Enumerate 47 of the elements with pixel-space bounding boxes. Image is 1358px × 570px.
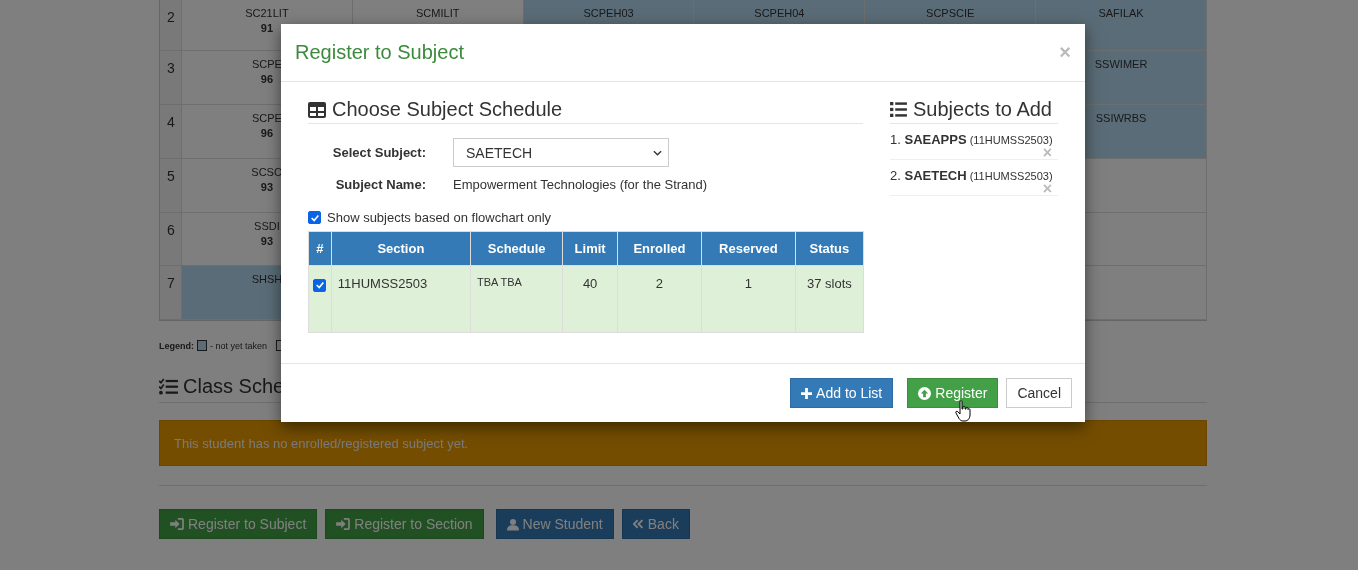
row-number: 4	[160, 105, 182, 159]
enter-icon	[170, 518, 184, 530]
legend-label: Legend:	[159, 340, 194, 351]
modal-button[interactable]: Cancel	[1006, 378, 1072, 408]
page-button[interactable]: Back	[621, 509, 690, 539]
caret-icon	[653, 149, 662, 156]
row-number: 3	[160, 51, 182, 105]
list-icon	[890, 102, 907, 117]
table-icon	[308, 101, 326, 118]
row-number: 7	[160, 266, 182, 320]
column-header: Enrolled	[617, 231, 702, 266]
row-number: 5	[160, 159, 182, 213]
page-button[interactable]: Register to Section	[325, 509, 484, 539]
subject-select[interactable]: SAETECH	[453, 138, 669, 167]
modal-button[interactable]: Add to List	[790, 378, 894, 408]
table-cell: 2	[617, 265, 702, 333]
column-header: Reserved	[701, 231, 796, 266]
checklist-icon	[159, 378, 178, 395]
user-icon	[506, 517, 519, 531]
checkbox[interactable]	[308, 211, 321, 224]
legend-text: - not yet taken	[210, 340, 268, 351]
table-cell: TBA TBA	[470, 265, 563, 333]
row-checkbox[interactable]	[313, 278, 327, 292]
row-number: 6	[160, 213, 182, 266]
subject-name: Empowerment Technologies (for the Strand)	[453, 177, 708, 192]
plus-icon	[801, 387, 813, 399]
column-header: Schedule	[470, 231, 563, 266]
table-cell: 1	[701, 265, 796, 333]
remove-button[interactable]: ×	[1042, 183, 1058, 195]
arrow-circle-icon	[918, 386, 932, 400]
column-header: Limit	[562, 231, 618, 266]
enter-icon	[336, 518, 351, 530]
table-cell: 40	[562, 265, 618, 333]
column-header: Status	[795, 231, 864, 266]
modal-button[interactable]: Register	[907, 378, 999, 408]
double-chevron-icon	[632, 519, 644, 529]
warning-alert: This student has no enrolled/registered subject yet.	[159, 420, 1207, 466]
column-header: #	[308, 231, 332, 266]
remove-button[interactable]: ×	[1042, 147, 1058, 159]
section-heading: Class Sche	[183, 375, 285, 398]
page-button[interactable]: Register to Subject	[159, 509, 318, 539]
table-cell: 37 slots	[795, 265, 864, 333]
column-header: Section	[331, 231, 471, 266]
page-button[interactable]: New Student	[495, 509, 614, 539]
subject-entry: 2. SAETECH (11HUMSS2503)	[890, 168, 1054, 183]
table-cell: 11HUMSS2503	[331, 265, 471, 333]
row-number: 2	[160, 0, 182, 51]
